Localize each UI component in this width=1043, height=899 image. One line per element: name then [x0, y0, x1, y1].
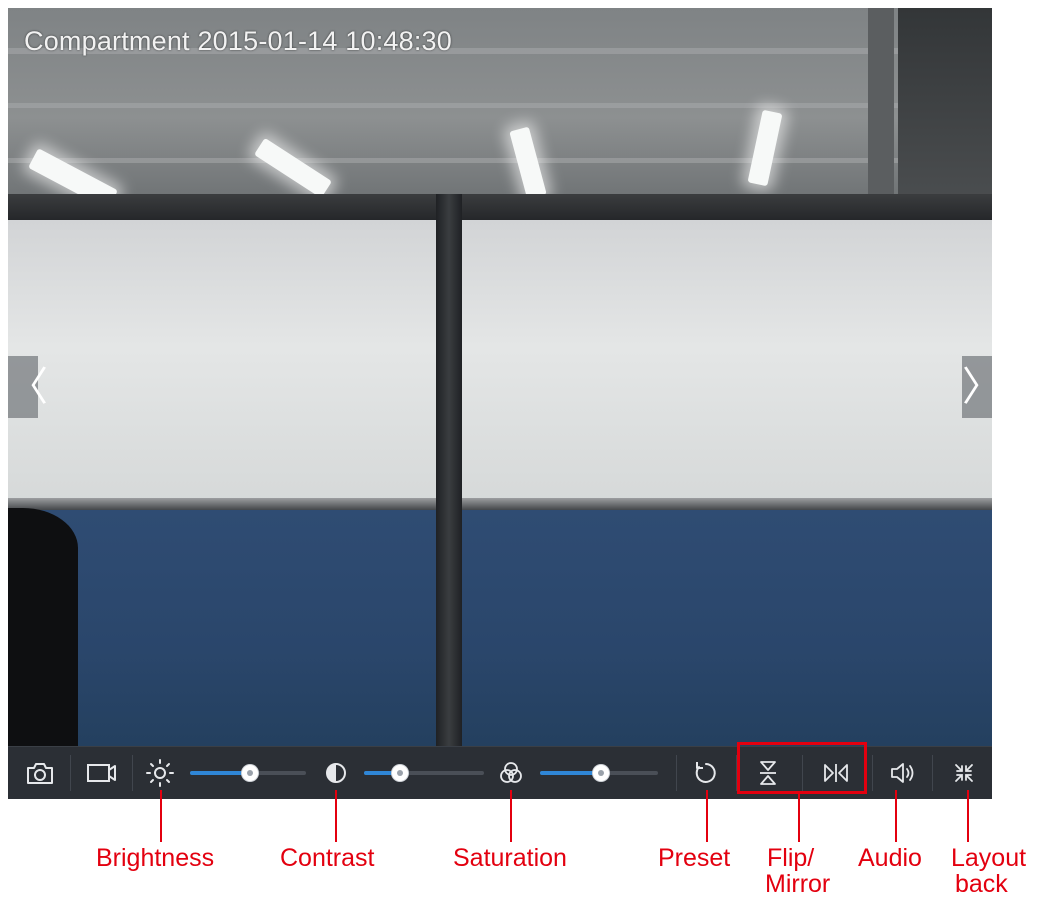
toolbar-separator	[70, 755, 71, 791]
next-camera-button[interactable]: 〉	[962, 356, 992, 418]
saturation-button[interactable]	[493, 755, 529, 791]
brightness-callout-line	[160, 790, 162, 842]
flip-mirror-highlight-box	[737, 742, 867, 794]
partition-panel-upper-left	[8, 220, 436, 502]
chair-silhouette	[8, 508, 78, 746]
partition-top-trim	[8, 194, 992, 220]
preset-button[interactable]	[688, 755, 724, 791]
ceiling-beam	[8, 158, 992, 163]
toolbar-separator	[932, 755, 933, 791]
snapshot-button[interactable]	[22, 755, 58, 791]
audio-button[interactable]	[884, 755, 920, 791]
audio-callout-line	[895, 790, 897, 842]
brightness-button[interactable]	[142, 755, 178, 791]
layout-back-button[interactable]	[946, 755, 982, 791]
audio-label: Audio	[858, 844, 922, 872]
rgb-circles-icon	[500, 762, 522, 783]
partition-panel-upper-right	[462, 220, 992, 502]
sun-icon	[146, 759, 174, 787]
speaker-icon	[891, 763, 914, 783]
refresh-icon	[695, 762, 716, 783]
brightness-slider-thumb[interactable]	[242, 765, 259, 781]
saturation-slider-fill	[540, 771, 602, 775]
preset-label: Preset	[658, 844, 731, 872]
ceiling-rail	[868, 8, 894, 198]
video-camera-icon	[87, 764, 116, 782]
flip-mirror-label-line2: Mirror	[765, 870, 831, 898]
layout-back-callout-line	[967, 790, 969, 842]
brightness-slider-fill	[190, 771, 251, 775]
osd-title: Compartment 2015-01-14 10:48:30	[24, 26, 452, 56]
contrast-label: Contrast	[280, 844, 375, 872]
camera-viewer: Compartment 2015-01-14 10:48:30 〈 〉	[8, 8, 992, 799]
prev-camera-button[interactable]: 〈	[8, 356, 48, 418]
saturation-label: Saturation	[453, 844, 567, 872]
ceiling-duct	[898, 8, 992, 198]
contrast-callout-line	[335, 790, 337, 842]
layout-back-label-line2: back	[955, 870, 1008, 898]
saturation-slider[interactable]	[540, 765, 658, 781]
partition-panel-lower-right	[462, 510, 992, 746]
ceiling-beam	[8, 103, 992, 108]
saturation-callout-line	[510, 790, 512, 842]
half-circle-icon	[326, 763, 346, 783]
saturation-slider-thumb[interactable]	[593, 765, 610, 781]
contrast-slider-thumb[interactable]	[392, 765, 408, 781]
partition-post	[436, 194, 462, 746]
brightness-slider[interactable]	[190, 765, 306, 781]
toolbar-separator	[132, 755, 133, 791]
preset-callout-line	[706, 790, 708, 842]
record-button[interactable]	[84, 755, 120, 791]
brightness-label: Brightness	[96, 844, 215, 872]
collapse-arrows-icon	[955, 764, 973, 782]
live-video-feed[interactable]: Compartment 2015-01-14 10:48:30 〈 〉	[8, 8, 992, 746]
toolbar-separator	[676, 755, 677, 791]
flip-mirror-callout-line	[798, 794, 800, 842]
camera-icon	[27, 763, 53, 784]
partition-mid-trim	[8, 498, 992, 510]
contrast-slider[interactable]	[364, 765, 484, 781]
contrast-button[interactable]	[318, 755, 354, 791]
toolbar-separator	[872, 755, 873, 791]
